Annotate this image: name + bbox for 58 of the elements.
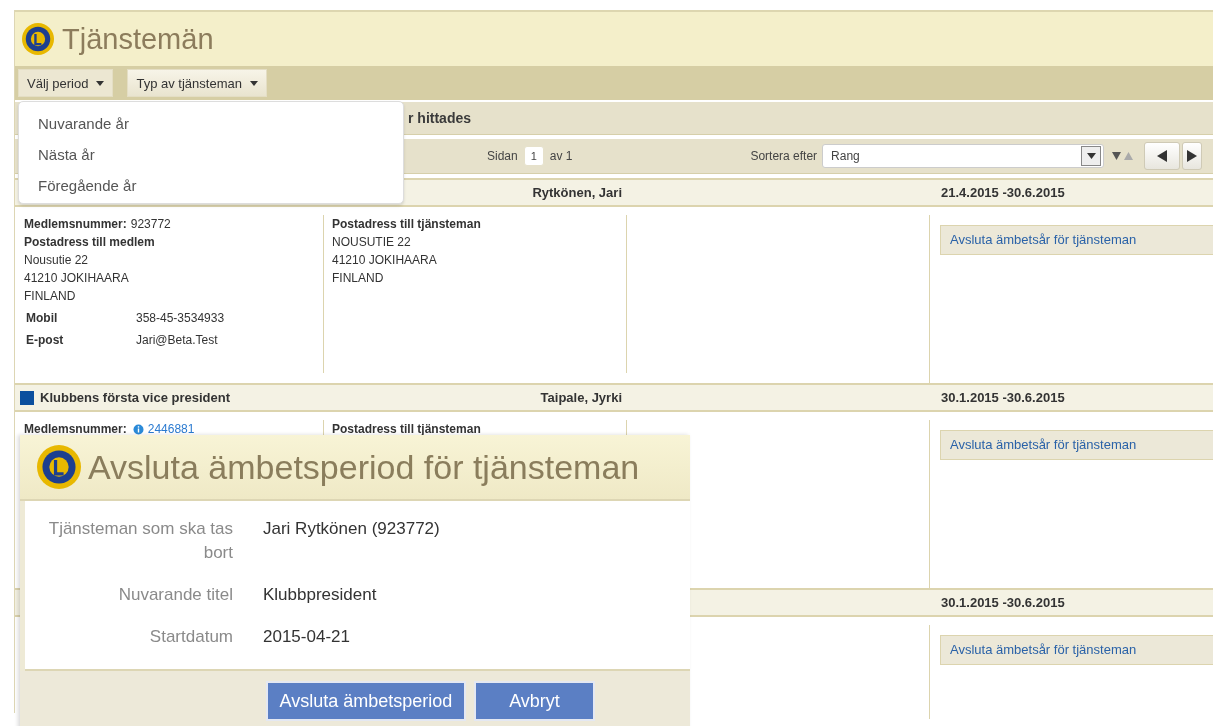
term-period: 30.1.2015 -30.6.2015 xyxy=(941,390,1065,405)
field-value: Klubbpresident xyxy=(263,584,377,606)
field-label: Medlemsnummer: xyxy=(24,216,127,233)
page-number-field[interactable]: 1 xyxy=(523,146,544,166)
term-period: 30.1.2015 -30.6.2015 xyxy=(941,595,1065,610)
confirm-button[interactable]: Avsluta ämbetsperiod xyxy=(266,681,466,721)
dropdown-button[interactable]: Välj period xyxy=(18,69,114,97)
cancel-button[interactable]: Avbryt xyxy=(474,681,595,721)
emblem-icon xyxy=(21,22,55,56)
field-label: Postadress till tjänsteman xyxy=(332,216,482,233)
field-label: E-post xyxy=(25,332,65,349)
field-value: 2015-04-21 xyxy=(263,626,350,648)
sort-label: Sortera efter xyxy=(750,149,818,163)
field-label: Postadress till medlem xyxy=(24,234,156,251)
field-label: Tjänsteman som ska tas bort xyxy=(47,518,233,564)
dialog-title: Avsluta ämbetsperiod för tjänsteman xyxy=(88,447,640,487)
caret-icon xyxy=(249,80,258,86)
previous-page-button[interactable] xyxy=(1144,142,1181,170)
field-value: Jari Rytkönen (923772) xyxy=(263,518,440,540)
next-page-button[interactable] xyxy=(1182,142,1203,170)
menu-item[interactable]: Nuvarande år xyxy=(19,110,403,141)
official-title: Klubbens första vice president xyxy=(40,390,230,405)
sort-icon xyxy=(1112,150,1135,162)
field-label: Postadress till tjänsteman xyxy=(332,421,482,438)
dropdown-button[interactable]: Typ av tjänsteman xyxy=(127,69,267,97)
page-label: Sidan xyxy=(487,149,518,163)
caret-icon xyxy=(1086,153,1096,159)
page-count: av 1 xyxy=(549,149,573,163)
address-line: FINLAND xyxy=(24,288,77,305)
caret-icon xyxy=(96,80,105,86)
sort-select[interactable]: Rang xyxy=(822,144,1105,168)
member-number-link[interactable]: 2446881 xyxy=(147,420,195,438)
end-term-link[interactable]: Avsluta ämbetsår för tjänsteman xyxy=(940,430,1213,460)
address-line: NOUSUTIE 22 xyxy=(332,234,412,251)
end-term-link[interactable]: Avsluta ämbetsår för tjänsteman xyxy=(940,225,1213,255)
emblem-icon xyxy=(36,444,82,490)
member-number: 923772 xyxy=(130,216,171,233)
field-value: 358-45-3534933 xyxy=(136,310,225,327)
address-line: Nousutie 22 xyxy=(24,252,90,269)
field-label: Mobil xyxy=(25,310,59,327)
field-value: Jari@Beta.Test xyxy=(136,332,218,349)
menu-item[interactable]: Föregående år xyxy=(19,172,403,203)
results-summary: r hittades xyxy=(408,110,471,126)
field-label: Nuvarande titel xyxy=(117,584,233,606)
term-period: 21.4.2015 -30.6.2015 xyxy=(941,185,1065,200)
official-name: Rytkönen, Jari xyxy=(532,185,622,200)
address-line: 41210 JOKIHAARA xyxy=(332,252,438,269)
address-line: 41210 JOKIHAARA xyxy=(24,270,130,287)
page-title: Tjänstemän xyxy=(62,22,214,56)
right-arrow-icon xyxy=(1187,150,1198,162)
field-label: Medlemsnummer: xyxy=(24,421,127,438)
menu-item[interactable]: Nästa år xyxy=(19,141,403,172)
info-icon xyxy=(132,423,144,435)
address-line: FINLAND xyxy=(332,270,385,287)
end-term-link[interactable]: Avsluta ämbetsår för tjänsteman xyxy=(940,635,1213,665)
field-label: Startdatum xyxy=(148,626,233,648)
left-arrow-icon xyxy=(1157,150,1168,162)
official-name: Taipale, Jyrki xyxy=(540,390,622,405)
